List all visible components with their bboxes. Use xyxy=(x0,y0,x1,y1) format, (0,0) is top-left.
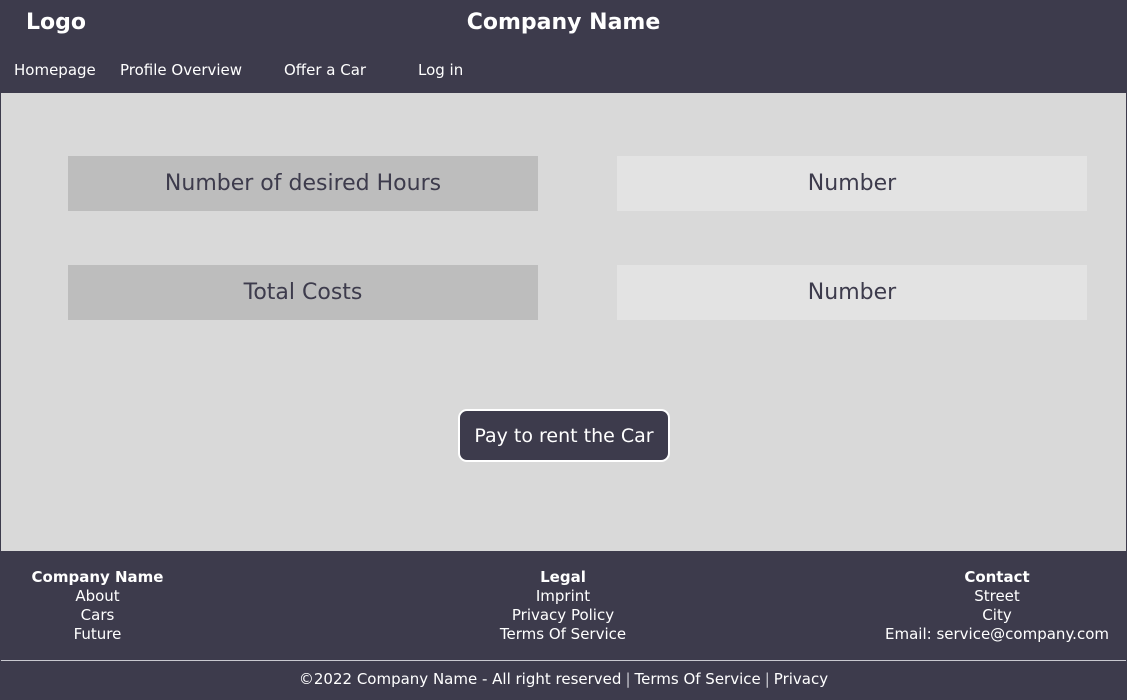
hours-label: Number of desired Hours xyxy=(68,156,538,211)
total-costs-label: Total Costs xyxy=(68,265,538,320)
nav-homepage[interactable]: Homepage xyxy=(14,61,96,79)
total-costs-value: Number xyxy=(617,265,1087,320)
footer-link-future[interactable]: Future xyxy=(0,625,195,644)
footer-contact-street: Street xyxy=(974,587,1020,605)
footer-link-about[interactable]: About xyxy=(0,587,195,606)
nav-offer-a-car[interactable]: Offer a Car xyxy=(284,61,366,79)
footer-link-terms[interactable]: Terms Of Service xyxy=(463,625,663,644)
footer-legal-column: Legal Imprint Privacy Policy Terms Of Se… xyxy=(463,568,663,644)
header: Logo Company Name Homepage Profile Overv… xyxy=(0,0,1127,93)
footer-legal-title: Legal xyxy=(540,568,586,586)
footer-divider xyxy=(1,660,1126,661)
footer-company-title: Company Name xyxy=(31,568,164,586)
footer-contact-city: City xyxy=(982,606,1012,624)
nav-log-in[interactable]: Log in xyxy=(418,61,463,79)
separator: | xyxy=(625,670,631,688)
main-content: Number of desired Hours Number Total Cos… xyxy=(1,93,1126,551)
bottom-terms-link[interactable]: Terms Of Service xyxy=(635,670,761,688)
copyright-text: ©2022 Company Name - All right reserved xyxy=(298,670,622,688)
footer-link-privacy-policy[interactable]: Privacy Policy xyxy=(463,606,663,625)
separator: | xyxy=(764,670,770,688)
footer-contact-email[interactable]: Email: service@company.com xyxy=(872,625,1122,644)
hours-value-field[interactable]: Number xyxy=(617,156,1087,211)
footer-link-imprint[interactable]: Imprint xyxy=(463,587,663,606)
bottom-privacy-link[interactable]: Privacy xyxy=(774,670,828,688)
footer-link-cars[interactable]: Cars xyxy=(0,606,195,625)
footer-bottom-line: ©2022 Company Name - All right reserved |… xyxy=(0,670,1127,688)
footer-company-column: Company Name About Cars Future xyxy=(0,568,195,644)
nav-profile-overview[interactable]: Profile Overview xyxy=(120,61,242,79)
pay-to-rent-button[interactable]: Pay to rent the Car xyxy=(458,409,670,462)
footer-contact-title: Contact xyxy=(964,568,1030,586)
company-name-title: Company Name xyxy=(466,10,661,35)
footer: Company Name About Cars Future Legal Imp… xyxy=(0,551,1127,700)
footer-contact-column: Contact Street City Email: service@compa… xyxy=(872,568,1122,644)
